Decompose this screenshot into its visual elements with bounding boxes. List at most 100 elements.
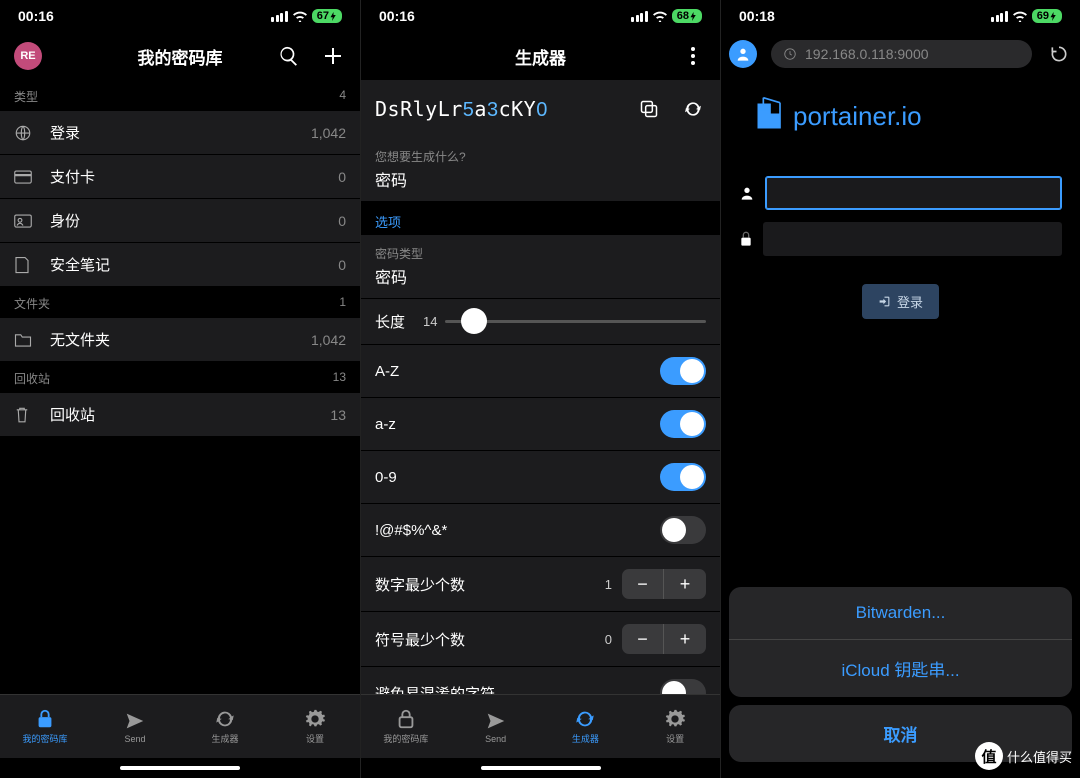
portainer-logo: portainer.io (753, 96, 1066, 136)
toggle[interactable] (660, 357, 706, 385)
home-indicator[interactable] (361, 758, 720, 778)
add-icon[interactable] (320, 43, 346, 69)
lock-icon (739, 231, 753, 247)
password-input[interactable] (763, 222, 1062, 256)
toggle-uppercase: A-Z (361, 345, 720, 398)
folder-icon (14, 332, 38, 348)
row-card[interactable]: 支付卡0 (0, 155, 360, 199)
avoid-ambiguous-row: 避免易混淆的字符 (361, 667, 720, 694)
url-text: 192.168.0.118:9000 (805, 46, 929, 62)
generate-what[interactable]: 您想要生成什么? 密码 (361, 138, 720, 202)
row-label: 支付卡 (50, 166, 338, 187)
sheet-bitwarden[interactable]: Bitwarden... (729, 587, 1072, 639)
tab-settings[interactable]: 设置 (270, 695, 360, 758)
tab-vault[interactable]: 我的密码库 (0, 695, 90, 758)
user-icon (739, 185, 755, 201)
status-bar: 00:16 67 (0, 0, 360, 32)
row-label: 登录 (50, 122, 311, 143)
toggle-symbols: !@#$%^&* (361, 504, 720, 557)
row-value: 0 (338, 169, 346, 185)
stepper[interactable]: −+ (622, 569, 706, 599)
regenerate-icon[interactable] (680, 96, 706, 122)
profile-icon[interactable] (729, 40, 757, 68)
row-value: 0 (338, 257, 346, 273)
card-icon (14, 170, 38, 184)
copy-icon[interactable] (636, 96, 662, 122)
row-identity[interactable]: 身份0 (0, 199, 360, 243)
plus-button[interactable]: + (664, 624, 706, 654)
cellular-icon (271, 11, 288, 22)
section-header-types: 类型4 (0, 80, 360, 111)
row-label: 回收站 (50, 404, 330, 425)
generated-password: DsRlyLr5a3cKY0 (375, 97, 626, 122)
status-time: 00:16 (18, 8, 54, 24)
search-icon[interactable] (276, 43, 302, 69)
browser-toolbar: 192.168.0.118:9000 (721, 32, 1080, 76)
length-row: 长度 14 (361, 299, 720, 345)
url-bar[interactable]: 192.168.0.118:9000 (771, 40, 1032, 68)
toggle-digits: 0-9 (361, 451, 720, 504)
stepper[interactable]: −+ (622, 624, 706, 654)
site-settings-icon (783, 47, 797, 61)
options-header: 选项 (361, 202, 720, 235)
home-indicator[interactable] (0, 758, 360, 778)
min-digits-row: 数字最少个数1−+ (361, 557, 720, 612)
toggle[interactable] (660, 679, 706, 694)
tab-send[interactable]: Send (451, 695, 541, 758)
tab-vault[interactable]: 我的密码库 (361, 695, 451, 758)
wifi-icon (292, 10, 308, 22)
status-time: 00:16 (379, 8, 415, 24)
plus-button[interactable]: + (664, 569, 706, 599)
minus-button[interactable]: − (622, 569, 664, 599)
navbar: RE 我的密码库 (0, 32, 360, 80)
login-button[interactable]: 登录 (862, 284, 939, 319)
battery-indicator: 69 (1032, 9, 1062, 23)
minus-button[interactable]: − (622, 624, 664, 654)
status-bar: 00:16 68 (361, 0, 720, 32)
tab-generator[interactable]: 生成器 (541, 695, 631, 758)
row-label: 身份 (50, 210, 338, 231)
tab-generator[interactable]: 生成器 (180, 695, 270, 758)
toggle[interactable] (660, 516, 706, 544)
row-value: 1,042 (311, 125, 346, 141)
password-row (739, 222, 1062, 256)
trash-icon (14, 406, 38, 424)
phone-vault: 00:16 67 RE 我的密码库 类型4 登录1,042 支付卡0 身份0 安… (0, 0, 360, 778)
username-input[interactable] (765, 176, 1062, 210)
phone-browser: 00:18 69 192.168.0.118:9000 portainer.io (720, 0, 1080, 778)
battery-indicator: 67 (312, 9, 342, 23)
cellular-icon (631, 11, 648, 22)
watermark: 值 什么值得买 (975, 742, 1072, 770)
row-login[interactable]: 登录1,042 (0, 111, 360, 155)
page-content: portainer.io 登录 (721, 76, 1080, 339)
tab-send[interactable]: Send (90, 695, 180, 758)
phone-generator: 00:16 68 生成器 DsRlyLr5a3cKY0 您想要生成什么? 密码 … (360, 0, 720, 778)
row-folder[interactable]: 无文件夹1,042 (0, 318, 360, 362)
globe-icon (14, 124, 38, 142)
cellular-icon (991, 11, 1008, 22)
toggle[interactable] (660, 463, 706, 491)
toggle-lowercase: a-z (361, 398, 720, 451)
battery-indicator: 68 (672, 9, 702, 23)
reload-icon[interactable] (1046, 41, 1072, 67)
avatar[interactable]: RE (14, 42, 42, 70)
password-type[interactable]: 密码类型 密码 (361, 235, 720, 299)
section-header-trash: 回收站13 (0, 362, 360, 393)
row-trash[interactable]: 回收站13 (0, 393, 360, 437)
row-note[interactable]: 安全笔记0 (0, 243, 360, 287)
wifi-icon (1012, 10, 1028, 22)
length-slider[interactable] (445, 320, 706, 323)
status-time: 00:18 (739, 8, 775, 24)
username-row (739, 176, 1062, 210)
toggle[interactable] (660, 410, 706, 438)
sheet-icloud[interactable]: iCloud 钥匙串... (729, 639, 1072, 697)
tab-settings[interactable]: 设置 (630, 695, 720, 758)
more-icon[interactable] (680, 43, 706, 69)
identity-icon (14, 214, 38, 228)
section-header-folders: 文件夹1 (0, 287, 360, 318)
note-icon (14, 256, 38, 274)
page-title: 生成器 (361, 44, 720, 69)
wifi-icon (652, 10, 668, 22)
tab-bar: 我的密码库 Send 生成器 设置 (0, 694, 360, 758)
row-label: 安全笔记 (50, 254, 338, 275)
